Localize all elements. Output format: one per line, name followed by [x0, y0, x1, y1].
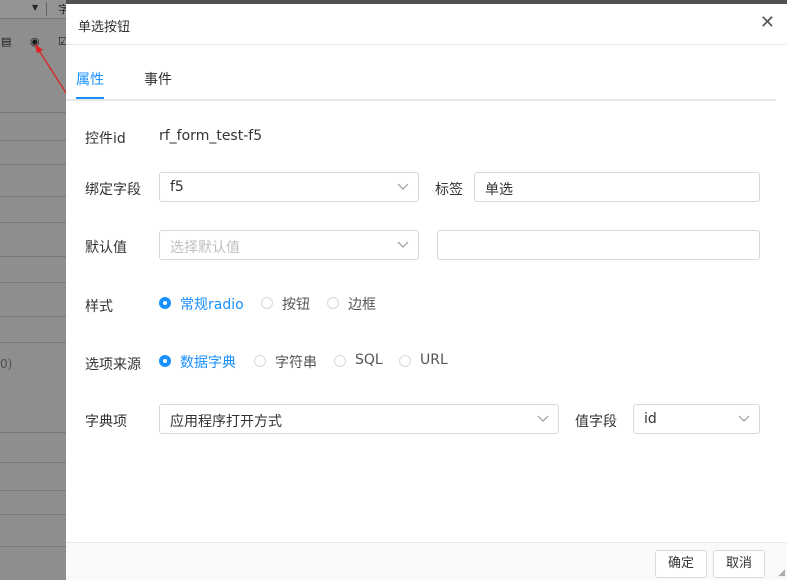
tab-properties[interactable]: 属性	[76, 69, 104, 89]
value-field-value: id	[644, 411, 657, 427]
style-label: 样式	[85, 299, 113, 315]
radio-button-dialog: 单选按钮 ✕ 属性 事件 控件id rf_form_test-f5 绑定字段 f…	[66, 4, 787, 580]
radio-checked-icon	[159, 355, 171, 367]
chevron-down-icon	[397, 241, 409, 248]
default-value-select[interactable]: 选择默认值	[159, 230, 419, 260]
style-radio-border-label: 边框	[348, 297, 376, 313]
option-source-label: 选项来源	[85, 357, 141, 373]
radio-unchecked-icon	[327, 297, 339, 309]
style-radio-normal-label: 常规radio	[180, 297, 244, 313]
value-field-label: 值字段	[575, 414, 617, 430]
dialog-title: 单选按钮	[78, 20, 131, 35]
bind-field-label: 绑定字段	[85, 182, 141, 198]
dict-item-value: 应用程序打开方式	[170, 414, 282, 430]
radio-unchecked-icon	[254, 355, 266, 367]
style-radio-button[interactable]: 按钮	[261, 294, 316, 314]
tag-input[interactable]: 单选	[474, 172, 760, 202]
dialog-footer: 确定 取消 ◢	[66, 542, 787, 580]
resize-handle-icon[interactable]: ◢	[778, 568, 785, 578]
tab-events[interactable]: 事件	[144, 69, 172, 89]
tag-label: 标签	[435, 182, 463, 198]
source-radio-string[interactable]: 字符串	[254, 352, 324, 372]
chevron-down-icon	[738, 415, 750, 422]
default-value-label: 默认值	[85, 240, 127, 256]
default-value-extra-input[interactable]	[437, 230, 760, 260]
chevron-down-icon	[537, 415, 549, 422]
source-radio-url[interactable]: URL	[399, 352, 454, 372]
dialog-header: 单选按钮 ✕	[66, 4, 787, 45]
default-value-placeholder: 选择默认值	[170, 240, 240, 256]
cancel-button[interactable]: 取消	[713, 550, 765, 578]
bind-field-value: f5	[170, 179, 184, 195]
confirm-button[interactable]: 确定	[655, 550, 707, 578]
radio-unchecked-icon	[399, 355, 411, 367]
dict-item-label: 字典项	[85, 414, 127, 430]
control-id-label: 控件id	[85, 131, 126, 147]
source-radio-string-label: 字符串	[275, 355, 317, 371]
source-radio-url-label: URL	[420, 352, 448, 368]
source-radio-dictionary-label: 数据字典	[180, 355, 236, 371]
style-radio-button-label: 按钮	[282, 297, 310, 313]
tab-bar: 属性 事件	[66, 62, 776, 101]
source-radio-dictionary[interactable]: 数据字典	[159, 352, 244, 372]
close-icon[interactable]: ✕	[760, 12, 775, 34]
radio-unchecked-icon	[261, 297, 273, 309]
style-radio-normal[interactable]: 常规radio	[159, 294, 249, 314]
radio-checked-icon	[159, 297, 171, 309]
bind-field-select[interactable]: f5	[159, 172, 419, 202]
source-radio-sql[interactable]: SQL	[334, 352, 389, 372]
radio-unchecked-icon	[334, 355, 346, 367]
source-radio-sql-label: SQL	[355, 352, 383, 368]
chevron-down-icon	[397, 183, 409, 190]
active-tab-indicator	[76, 97, 104, 99]
style-radio-border[interactable]: 边框	[327, 294, 382, 314]
value-field-select[interactable]: id	[633, 404, 760, 434]
dict-item-select[interactable]: 应用程序打开方式	[159, 404, 559, 434]
control-id-value: rf_form_test-f5	[159, 128, 263, 144]
tag-value: 单选	[485, 182, 513, 198]
